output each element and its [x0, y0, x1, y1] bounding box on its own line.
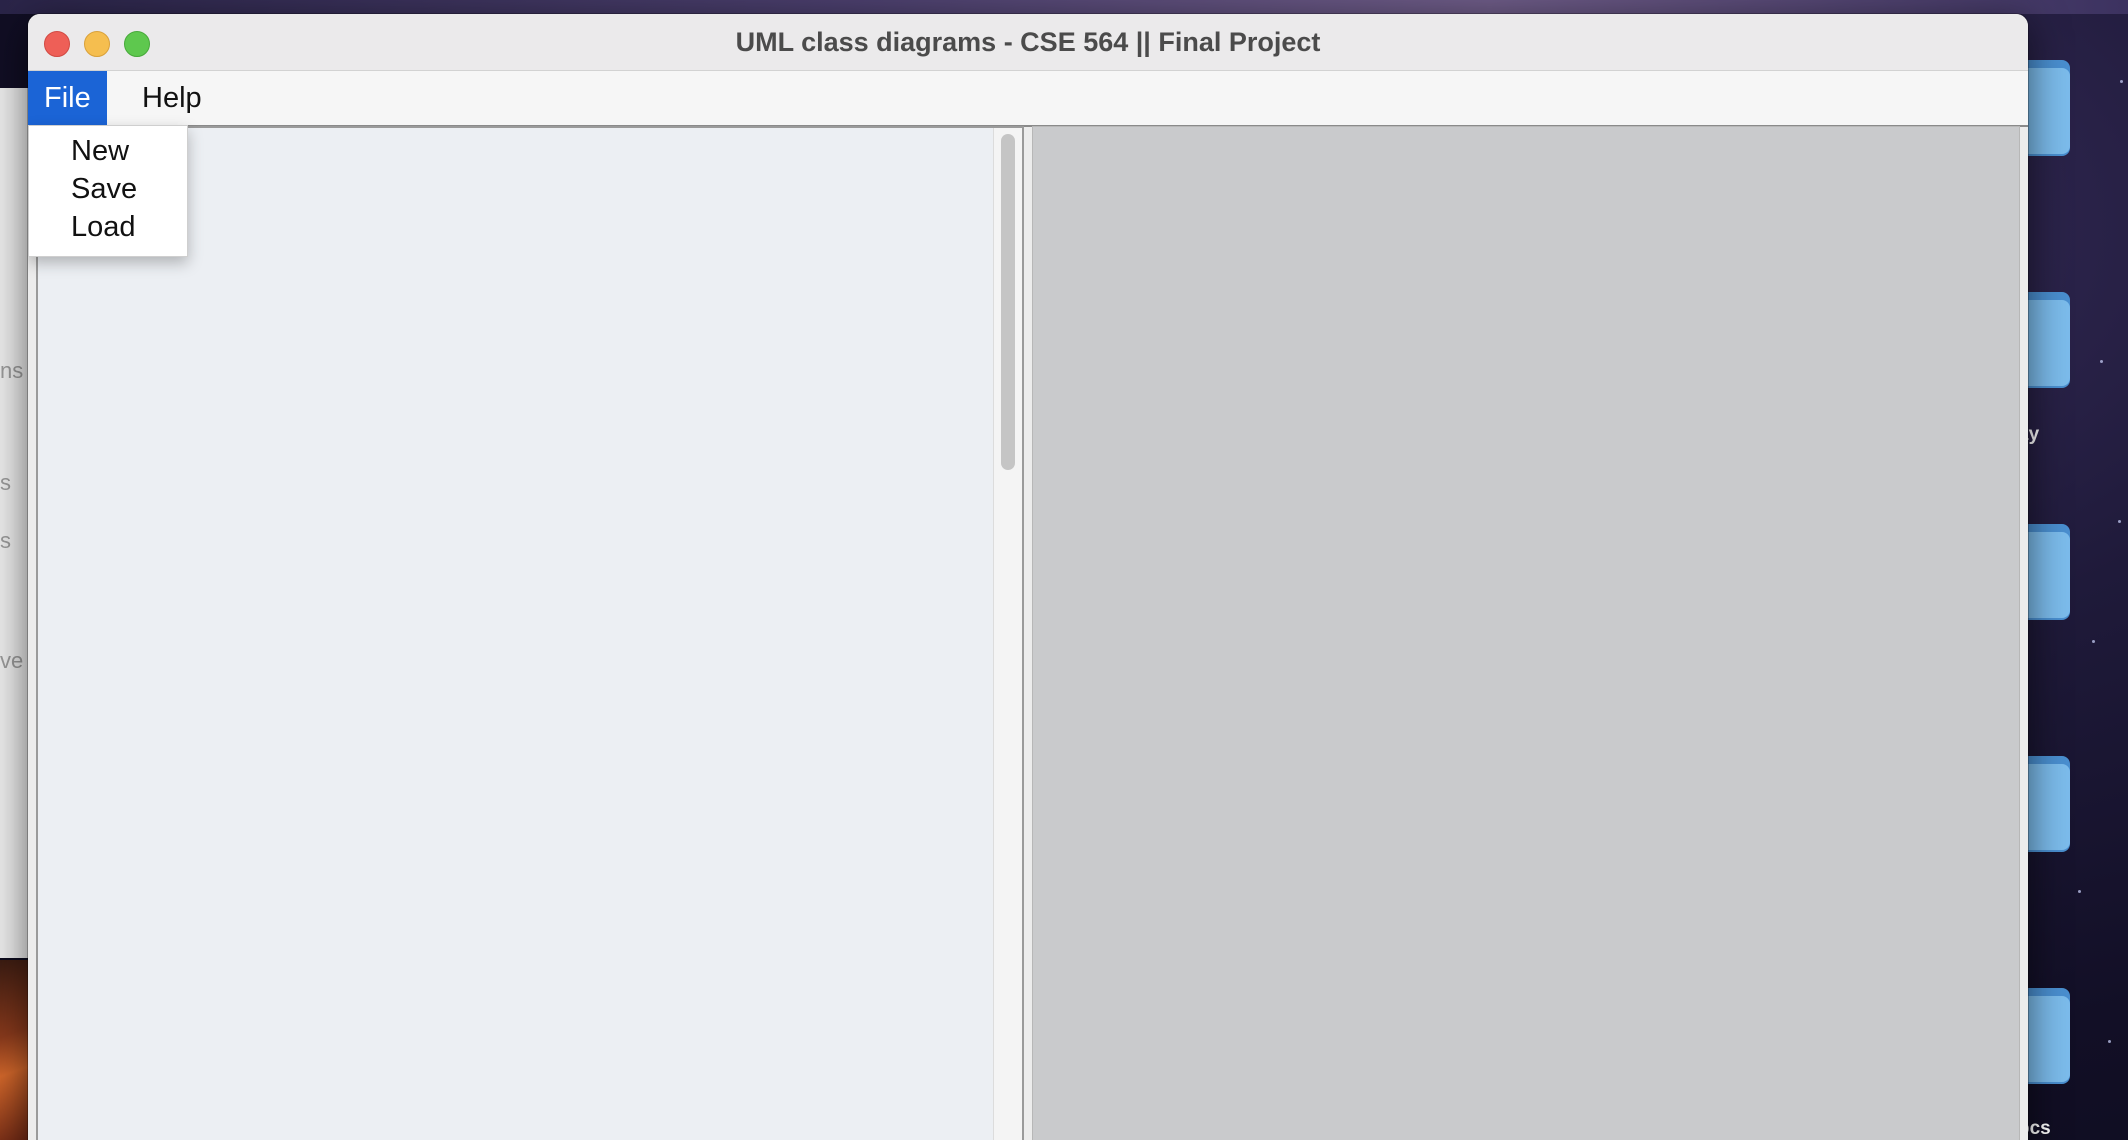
desktop-wallpaper-strip: [0, 0, 2128, 14]
menu-item-load[interactable]: Load: [71, 208, 136, 246]
window-title: UML class diagrams - CSE 564 || Final Pr…: [735, 27, 1321, 57]
background-window-text: ve: [0, 648, 24, 673]
menu-bar: File Help: [28, 71, 2028, 127]
title-bar[interactable]: UML class diagrams - CSE 564 || Final Pr…: [28, 14, 2028, 71]
app-window: UML class diagrams - CSE 564 || Final Pr…: [28, 14, 2028, 1140]
scrollbar-thumb[interactable]: [1001, 134, 1015, 470]
file-dropdown-menu: New Save Load: [28, 125, 188, 257]
star: [2100, 360, 2103, 363]
menu-file[interactable]: File: [28, 71, 107, 125]
background-window-text: s: [0, 470, 11, 495]
desktop: ns s s ve ay ocs UML class diagrams - CS…: [0, 0, 2128, 1140]
diagram-canvas[interactable]: [1032, 126, 2020, 1140]
menu-item-new[interactable]: New: [71, 132, 129, 170]
background-window-text: ns: [0, 358, 24, 383]
star: [2108, 1040, 2111, 1043]
background-window-text: s: [0, 528, 11, 553]
class-list-panel[interactable]: [36, 126, 1024, 1140]
star: [2118, 520, 2121, 523]
vertical-scrollbar[interactable]: [993, 128, 1022, 1140]
star: [2120, 80, 2123, 83]
menu-help[interactable]: Help: [126, 71, 218, 125]
menu-item-save[interactable]: Save: [71, 170, 137, 208]
star: [2092, 640, 2095, 643]
star: [2078, 890, 2081, 893]
